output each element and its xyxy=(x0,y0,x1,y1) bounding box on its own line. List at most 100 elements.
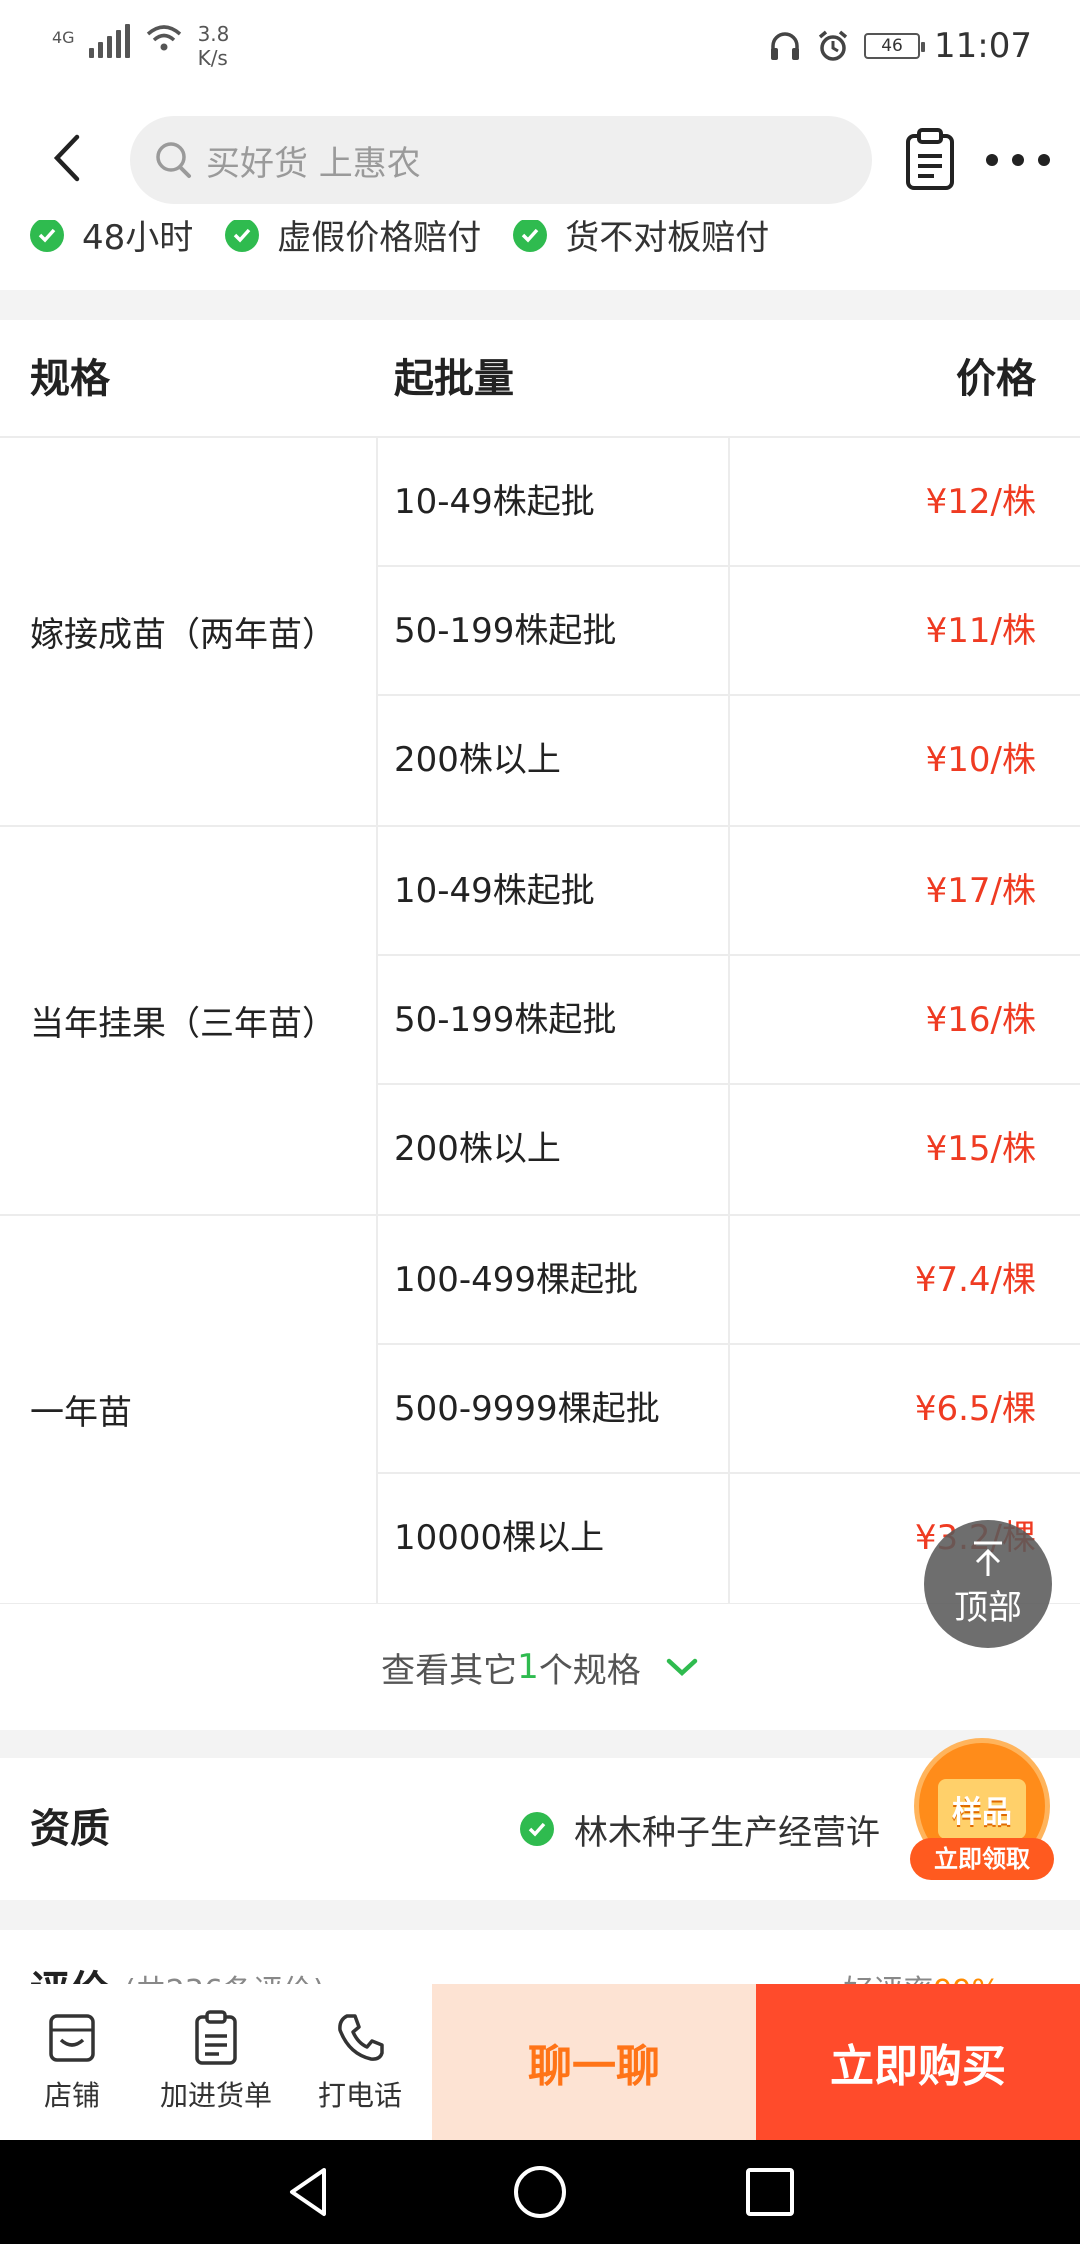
check-icon xyxy=(513,217,548,252)
table-row: 500-9999棵起批 ¥6.5/棵 xyxy=(378,1345,1080,1474)
sample-box-label: 样品 xyxy=(938,1779,1026,1839)
search-input[interactable]: 买好货 上惠农 xyxy=(130,116,872,204)
store-button[interactable]: 店铺 xyxy=(0,1984,144,2140)
network-type: 4G xyxy=(52,28,75,47)
back-button[interactable] xyxy=(40,128,92,188)
alarm-icon xyxy=(818,30,848,61)
section-divider xyxy=(0,290,1080,320)
net-speed-value: 3.8 xyxy=(197,22,230,46)
more-button[interactable] xyxy=(986,140,1050,180)
table-row: 50-199株起批 ¥16/株 xyxy=(378,956,1080,1085)
tier-price: ¥15/株 xyxy=(925,1129,1036,1169)
qualification-title: 资质 xyxy=(30,1806,110,1852)
back-to-top-label: 顶部 xyxy=(954,1587,1022,1628)
rate-label: 好评率 xyxy=(843,1974,933,1984)
check-icon xyxy=(30,217,64,252)
tier-price: ¥7.4/棵 xyxy=(914,1260,1036,1300)
status-left: 4G 3.8 K/s xyxy=(52,22,229,70)
tier-quantity: 200株以上 xyxy=(394,1085,730,1214)
add-to-list-button[interactable]: 加进货单 xyxy=(144,1984,288,2140)
clipboard-button[interactable] xyxy=(904,128,956,192)
spec-group: 一年苗 100-499棵起批 ¥7.4/棵 500-9999棵起批 ¥6.5/棵… xyxy=(0,1216,1080,1605)
tier-price: ¥12/株 xyxy=(925,482,1036,522)
spec-name: 一年苗 xyxy=(0,1216,378,1603)
tier-quantity: 100-499棵起批 xyxy=(394,1216,730,1345)
search-header: 买好货 上惠农 xyxy=(0,100,1080,220)
call-label: 打电话 xyxy=(317,2079,402,2112)
reviews-rate: 好评率99% xyxy=(843,1966,1000,1984)
clipboard-icon xyxy=(906,128,954,190)
more-icon xyxy=(986,154,998,166)
check-icon xyxy=(520,1812,554,1846)
reviews-section[interactable]: 评价 (共236条评价) 好评率99% xyxy=(0,1930,1080,1984)
more-specs-button[interactable]: 查看其它 1 个规格 xyxy=(0,1604,1080,1730)
store-label: 店铺 xyxy=(43,2079,100,2112)
status-right: 46 11:07 xyxy=(768,26,1032,66)
call-button[interactable]: 打电话 xyxy=(288,1984,432,2140)
tier-quantity: 10-49株起批 xyxy=(394,438,730,567)
spec-group: 嫁接成苗（两年苗） 10-49株起批 ¥12/株 50-199株起批 ¥11/株… xyxy=(0,438,1080,827)
tier-price: ¥16/株 xyxy=(925,1000,1036,1040)
tier-price: ¥6.5/棵 xyxy=(914,1389,1036,1429)
phone-icon xyxy=(338,2014,384,2061)
search-icon xyxy=(156,142,191,178)
clipboard-icon xyxy=(195,2010,237,2065)
sample-promo-badge[interactable]: 样品 立即领取 xyxy=(910,1738,1054,1884)
spec-name: 当年挂果（三年苗） xyxy=(0,827,378,1214)
qualification-item: 林木种子生产经营许 xyxy=(520,1758,880,1900)
store-icon xyxy=(49,2014,95,2062)
more-specs-suffix: 个规格 xyxy=(538,1650,641,1691)
nav-recents-icon[interactable] xyxy=(740,2162,800,2222)
chevron-down-icon xyxy=(666,1658,698,1677)
arrow-up-icon xyxy=(974,1541,1002,1576)
tier-price: ¥17/株 xyxy=(925,871,1036,911)
net-speed-unit: K/s xyxy=(197,46,228,70)
tier-quantity: 500-9999棵起批 xyxy=(394,1345,730,1474)
tier-quantity: 50-199株起批 xyxy=(394,956,730,1085)
qualification-label: 林木种子生产经营许 xyxy=(574,1812,880,1853)
header-price: 价格 xyxy=(956,356,1036,402)
back-to-top-button[interactable]: 顶部 xyxy=(924,1520,1052,1648)
reviews-count: (共236条评价) xyxy=(124,1966,325,1984)
wifi-icon xyxy=(146,25,181,51)
tier-price: ¥10/株 xyxy=(925,740,1036,780)
table-header: 规格 起批量 价格 xyxy=(0,320,1080,438)
headphones-icon xyxy=(771,32,800,60)
tier-quantity: 50-199株起批 xyxy=(394,567,730,696)
spec-price-table: 规格 起批量 价格 嫁接成苗（两年苗） 10-49株起批 ¥12/株 50-19… xyxy=(0,320,1080,1605)
header-spec: 规格 xyxy=(30,356,110,402)
tier-quantity: 10-49株起批 xyxy=(394,827,730,956)
tier-quantity: 200株以上 xyxy=(394,696,730,825)
table-row: 10-49株起批 ¥12/株 xyxy=(378,438,1080,567)
status-bar: 4G 3.8 K/s 46 11:07 xyxy=(0,0,1080,100)
back-icon xyxy=(53,134,80,182)
table-row: 10-49株起批 ¥17/株 xyxy=(378,827,1080,956)
nav-home-icon[interactable] xyxy=(510,2162,570,2222)
table-row: 50-199株起批 ¥11/株 xyxy=(378,567,1080,696)
bottom-action-bar: 店铺 加进货单 打电话 聊一聊 立即购买 xyxy=(0,1984,1080,2140)
search-placeholder: 买好货 上惠农 xyxy=(206,143,421,184)
rate-value: 99% xyxy=(933,1974,1000,1984)
buy-now-button[interactable]: 立即购买 xyxy=(756,1984,1080,2140)
clock: 11:07 xyxy=(934,26,1032,66)
battery-icon: 46 xyxy=(864,33,926,59)
header-quantity: 起批量 xyxy=(394,356,514,402)
spec-group: 当年挂果（三年苗） 10-49株起批 ¥17/株 50-199株起批 ¥16/株… xyxy=(0,827,1080,1216)
tier-quantity: 10000棵以上 xyxy=(394,1474,730,1603)
add-to-list-label: 加进货单 xyxy=(159,2079,272,2112)
table-row: 200株以上 ¥10/株 xyxy=(378,696,1080,825)
section-divider xyxy=(0,1900,1080,1930)
table-row: 100-499棵起批 ¥7.4/棵 xyxy=(378,1216,1080,1345)
more-specs-count: 1 xyxy=(517,1647,539,1687)
reviews-title: 评价 xyxy=(30,1958,110,1984)
system-navigation-bar xyxy=(0,2140,1080,2244)
check-icon xyxy=(225,217,260,252)
spec-name: 嫁接成苗（两年苗） xyxy=(0,438,378,825)
sample-ribbon: 立即领取 xyxy=(910,1838,1054,1880)
chat-button[interactable]: 聊一聊 xyxy=(432,1984,756,2140)
net-speed: 3.8 K/s xyxy=(198,22,230,70)
signal-icon xyxy=(88,22,130,58)
tier-price: ¥11/株 xyxy=(925,611,1036,651)
nav-back-icon[interactable] xyxy=(280,2162,340,2222)
more-specs-prefix: 查看其它 xyxy=(381,1650,518,1691)
